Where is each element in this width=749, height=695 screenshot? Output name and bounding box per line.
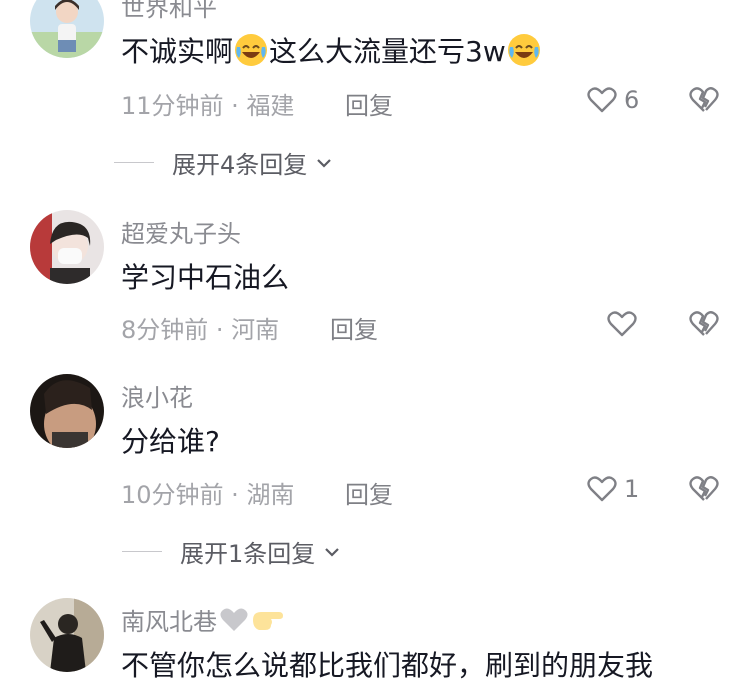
reply-button[interactable]: 回复	[345, 475, 393, 510]
like-button[interactable]	[606, 308, 644, 340]
meta-separator: ·	[223, 92, 247, 120]
expand-divider	[122, 551, 162, 552]
dislike-button[interactable]	[687, 308, 721, 340]
comment-meta: 8分钟前 · 河南	[121, 310, 279, 345]
expand-replies-button[interactable]: 展开1条回复	[122, 534, 343, 569]
comment-username[interactable]: 世界和平	[121, 0, 217, 23]
gray-heart-icon	[220, 608, 248, 631]
comment-location: 河南	[231, 316, 280, 344]
comment-text-part: 不诚实啊	[121, 35, 234, 68]
comment-text: 不管你怎么说都比我们都好，刷到的朋友我	[121, 649, 654, 682]
expand-replies-label: 展开1条回复	[180, 540, 316, 568]
username-text: 南风北巷	[121, 608, 217, 636]
expand-replies-label: 展开4条回复	[172, 151, 308, 179]
like-button[interactable]: 1	[586, 473, 639, 505]
chevron-down-icon	[317, 158, 332, 168]
tears-of-joy-emoji-icon	[235, 34, 268, 66]
tears-of-joy-emoji-icon	[507, 34, 540, 66]
comment-text: 学习中石油么	[121, 261, 290, 294]
comment-text-part: 这么大流量还亏3w	[269, 35, 506, 68]
broken-heart-icon	[689, 311, 719, 336]
chevron-down-icon	[325, 547, 340, 557]
expand-divider	[114, 162, 154, 163]
avatar[interactable]	[30, 598, 104, 672]
dislike-button[interactable]	[687, 84, 721, 116]
comment-location: 湖南	[246, 481, 295, 509]
like-count: 6	[624, 86, 640, 114]
broken-heart-icon	[689, 87, 719, 112]
comment-time: 10分钟前	[121, 481, 224, 509]
comment-username[interactable]: 超爱丸子头	[121, 214, 241, 249]
reply-button[interactable]: 回复	[330, 310, 378, 345]
comment-time: 11分钟前	[121, 92, 224, 120]
like-count: 1	[624, 475, 640, 503]
comment-meta: 11分钟前 · 福建	[121, 86, 294, 121]
heart-outline-icon	[607, 311, 637, 337]
avatar[interactable]	[30, 374, 104, 448]
like-button[interactable]: 6	[586, 84, 639, 116]
comment-meta: 10分钟前 · 湖南	[121, 475, 294, 510]
heart-outline-icon	[587, 476, 617, 502]
comment-text: 分给谁?	[121, 425, 220, 458]
comment-time: 8分钟前	[121, 316, 209, 344]
heart-outline-icon	[587, 87, 617, 113]
dislike-button[interactable]	[687, 473, 721, 505]
comment-username[interactable]: 浪小花	[121, 378, 193, 413]
comment-username[interactable]: 南风北巷	[121, 602, 285, 637]
avatar[interactable]	[30, 0, 104, 58]
meta-separator: ·	[223, 481, 247, 509]
meta-separator: ·	[208, 316, 232, 344]
avatar[interactable]	[30, 210, 104, 284]
pointing-hand-icon	[253, 611, 283, 630]
reply-button[interactable]: 回复	[345, 86, 393, 121]
broken-heart-icon	[689, 476, 719, 501]
comment-text: 不诚实啊 这么大流量还亏3w	[121, 30, 542, 70]
expand-replies-button[interactable]: 展开4条回复	[114, 145, 335, 180]
comment-location: 福建	[246, 92, 295, 120]
